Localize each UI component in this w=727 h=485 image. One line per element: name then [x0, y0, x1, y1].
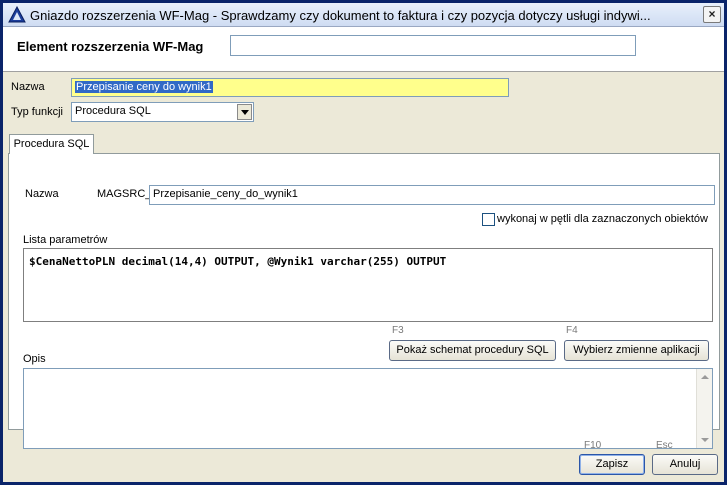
show-schema-button[interactable]: Pokaż schemat procedury SQL: [389, 340, 556, 361]
description-scrollbar[interactable]: [696, 369, 712, 448]
schema-fkey-hint: F3: [392, 325, 404, 336]
description-textarea[interactable]: [23, 368, 713, 449]
close-icon: ×: [708, 7, 716, 21]
save-button[interactable]: Zapisz: [579, 454, 645, 475]
procedure-tab-panel: Nazwa MAGSRC_ Przepisanie_ceny_do_wynik1…: [8, 153, 720, 449]
description-label: Opis: [23, 353, 46, 365]
tab-procedura-sql[interactable]: Procedura SQL: [9, 134, 94, 154]
window-title: Gniazdo rozszerzenia WF-Mag - Sprawdzamy…: [30, 8, 651, 23]
cancel-button[interactable]: Anuluj: [652, 454, 718, 475]
name-input-value: Przepisanie ceny do wynik1: [75, 81, 213, 93]
dialog-window: Gniazdo rozszerzenia WF-Mag - Sprawdzamy…: [0, 0, 727, 485]
procedure-prefix: MAGSRC_: [97, 188, 152, 200]
scroll-down-icon[interactable]: [701, 438, 709, 442]
dialog-body: Element rozszerzenia WF-Mag Nazwa Przepi…: [3, 27, 724, 482]
function-type-select[interactable]: Procedura SQL: [71, 102, 254, 122]
function-type-value: Procedura SQL: [75, 105, 151, 117]
params-label: Lista parametrów: [23, 234, 108, 246]
loop-checkbox-label: wykonaj w pętli dla zaznaczonych obiektó…: [497, 213, 708, 225]
app-logo-icon: [8, 6, 26, 23]
function-type-dropdown-button[interactable]: [237, 104, 252, 120]
function-type-label: Typ funkcji: [11, 106, 63, 118]
close-button[interactable]: ×: [703, 6, 721, 23]
chevron-down-icon: [241, 110, 249, 115]
tab-label: Procedura SQL: [13, 138, 90, 150]
title-bar[interactable]: Gniazdo rozszerzenia WF-Mag - Sprawdzamy…: [3, 3, 724, 27]
choose-variables-button[interactable]: Wybierz zmienne aplikacji: [564, 340, 709, 361]
vars-fkey-hint: F4: [566, 325, 578, 336]
extension-element-label: Element rozszerzenia WF-Mag: [17, 39, 204, 54]
loop-checkbox[interactable]: [482, 213, 495, 226]
params-textarea[interactable]: $CenaNettoPLN decimal(14,4) OUTPUT, @Wyn…: [23, 248, 713, 322]
scroll-up-icon[interactable]: [701, 375, 709, 379]
procedure-name-input[interactable]: Przepisanie_ceny_do_wynik1: [149, 185, 715, 205]
save-fkey-hint: F10: [584, 440, 602, 451]
procedure-name-label: Nazwa: [25, 188, 59, 200]
name-input[interactable]: Przepisanie ceny do wynik1: [71, 78, 509, 97]
header-band: Element rozszerzenia WF-Mag: [3, 27, 724, 72]
name-label: Nazwa: [11, 81, 45, 93]
cancel-fkey-hint: Esc: [656, 440, 673, 451]
extension-element-input[interactable]: [230, 35, 636, 56]
